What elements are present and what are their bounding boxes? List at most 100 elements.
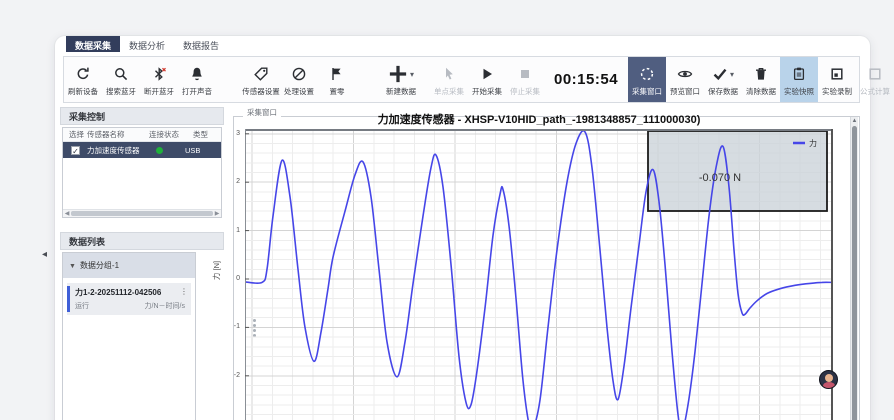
sensor-checkbox[interactable]: ✓: [71, 146, 80, 155]
clipboard-icon: [791, 64, 807, 84]
legend-label: 力: [809, 138, 817, 148]
preview-window-button[interactable]: 预览窗口: [666, 57, 704, 102]
desktop-background: ◂ 数据采集数据分析数据报告 刷新设备搜索蓝牙断开蓝牙打开声音 传感器设置处理设置…: [0, 0, 894, 420]
data-list: ▼数据分组-1 力1-2-20251112-042506 ⋮ 运行 力/N－时间…: [62, 252, 196, 420]
item-menu-icon[interactable]: ⋮: [180, 287, 188, 296]
experiment-record-button[interactable]: 实验录制: [818, 57, 856, 102]
save-data-button[interactable]: ▾ 保存数据: [704, 57, 742, 102]
column-header: 选择: [63, 128, 87, 141]
bell-icon: [189, 64, 205, 84]
sound-on-button[interactable]: 打开声音: [178, 57, 216, 102]
chart-title: 力加速度传感器 - XHSP-V10HID_path_-1981348857_1…: [245, 111, 833, 127]
button-label: 采集窗口: [632, 86, 662, 97]
sensor-table-header: 选择传感器名称连接状态类型: [63, 128, 221, 142]
data-group-label: 数据分组-1: [80, 261, 119, 270]
sensor-table-hscrollbar[interactable]: ◀ ▶: [63, 209, 221, 217]
pointer-icon: [441, 64, 457, 84]
clear-data-button[interactable]: 清除数据: [742, 57, 780, 102]
data-list-item[interactable]: 力1-2-20251112-042506 ⋮ 运行 力/N－时间/s: [67, 283, 191, 315]
sensor-name: 力加速度传感器: [87, 145, 142, 156]
status-dot-icon: [156, 147, 163, 154]
button-label: 传感器设置: [242, 86, 280, 97]
refresh-device-button[interactable]: 刷新设备: [64, 57, 102, 102]
flag-icon: [329, 64, 345, 84]
new-data-button[interactable]: ▾ 新建数据: [382, 57, 420, 102]
column-header: 传感器名称: [87, 128, 149, 141]
avatar-face: [825, 374, 833, 382]
data-item-title: 力1-2-20251112-042506: [75, 287, 185, 298]
disconnect-bluetooth-button[interactable]: 断开蓝牙: [140, 57, 178, 102]
y-tick-label: 3: [223, 130, 240, 137]
y-tick-label: 1: [223, 227, 240, 234]
y-tick-label: -1: [223, 323, 240, 330]
square-icon: [867, 64, 883, 84]
tab-data-collect[interactable]: 数据采集: [66, 36, 120, 52]
annotation-value: -0.070 N: [699, 172, 741, 184]
button-label: 清除数据: [746, 86, 776, 97]
dashed-circle-icon: [639, 64, 655, 84]
record-icon: [829, 64, 845, 84]
data-item-status: 运行: [75, 301, 89, 311]
sensor-row[interactable]: ✓ 力加速度传感器 USB: [63, 142, 221, 158]
assistant-avatar-button[interactable]: [819, 370, 838, 389]
sidebar-collapse-arrow-icon[interactable]: ◂: [42, 249, 47, 260]
dropdown-caret-icon[interactable]: ▾: [410, 70, 414, 79]
vscroll-thumb[interactable]: [852, 126, 857, 420]
tag-icon: [253, 64, 269, 84]
scroll-up-icon[interactable]: ▲: [851, 117, 858, 125]
sensor-type: USB: [185, 146, 200, 155]
tab-bar: 数据采集数据分析数据报告: [66, 36, 228, 52]
tab-data-analysis[interactable]: 数据分析: [120, 36, 174, 52]
y-axis-label: 力 [N]: [211, 261, 222, 280]
check-icon: ▾: [712, 64, 734, 84]
refresh-icon: [75, 64, 91, 84]
plus-icon: ▾: [388, 64, 414, 84]
trash-icon: [753, 64, 769, 84]
button-label: 实验录制: [822, 86, 852, 97]
button-label: 断开蓝牙: [144, 86, 174, 97]
chart-card: 采集窗口 力加速度传感器 - XHSP-V10HID_path_-1981348…: [205, 105, 860, 420]
button-label: 搜索蓝牙: [106, 86, 136, 97]
button-label: 打开声音: [182, 86, 212, 97]
y-tick-label: 2: [223, 178, 240, 185]
search-bluetooth-button[interactable]: 搜索蓝牙: [102, 57, 140, 102]
stop-collect-button: 停止采集: [506, 57, 544, 102]
data-item-axes: 力/N－时间/s: [145, 301, 185, 311]
button-label: 预览窗口: [670, 86, 700, 97]
button-label: 处理设置: [284, 86, 314, 97]
chart-vscrollbar[interactable]: ▲: [850, 117, 858, 420]
collect-window-button[interactable]: 采集窗口: [628, 57, 666, 102]
sensor-settings-button[interactable]: 传感器设置: [242, 57, 280, 102]
scroll-left-icon[interactable]: ◀: [63, 210, 71, 217]
data-group-row[interactable]: ▼数据分组-1: [63, 253, 195, 278]
button-label: 保存数据: [708, 86, 738, 97]
single-point-collect-button: 单点采集: [430, 57, 468, 102]
y-tick-label: -2: [223, 372, 240, 379]
collect-control-panel-header: 采集控制: [60, 107, 224, 125]
toolbar: 刷新设备搜索蓝牙断开蓝牙打开声音 传感器设置处理设置置零 ▾ 新建数据 单点采集开始采集…: [63, 56, 860, 103]
experiment-snapshot-button[interactable]: 实验快照: [780, 57, 818, 102]
sensor-table: 选择传感器名称连接状态类型 ✓ 力加速度传感器 USB ◀ ▶: [62, 127, 222, 218]
hscroll-thumb[interactable]: [71, 211, 213, 216]
data-item-subrow: 运行 力/N－时间/s: [75, 301, 185, 311]
bluetooth-off-icon: [151, 64, 167, 84]
formula-calc-button: 公式计算: [856, 57, 894, 102]
button-label: 实验快照: [784, 86, 814, 97]
sensor-table-body: ✓ 力加速度传感器 USB: [63, 142, 221, 158]
button-label: 刷新设备: [68, 86, 98, 97]
dropdown-caret-icon[interactable]: ▾: [730, 70, 734, 79]
tab-data-report[interactable]: 数据报告: [174, 36, 228, 52]
button-label: 停止采集: [510, 86, 540, 97]
set-zero-button[interactable]: 置零: [318, 57, 356, 102]
search-icon: [113, 64, 129, 84]
stop-icon: [517, 64, 533, 84]
button-label: 公式计算: [860, 86, 890, 97]
item-accent-bar: [67, 286, 70, 312]
process-settings-button[interactable]: 处理设置: [280, 57, 318, 102]
collect-timer: 00:15:54: [554, 71, 618, 88]
column-header: 连接状态: [149, 128, 193, 141]
y-tick-label: 0: [223, 275, 240, 282]
start-collect-button[interactable]: 开始采集: [468, 57, 506, 102]
button-label: 新建数据: [386, 86, 416, 97]
plot-area[interactable]: -0.070 N 力: [245, 129, 833, 420]
